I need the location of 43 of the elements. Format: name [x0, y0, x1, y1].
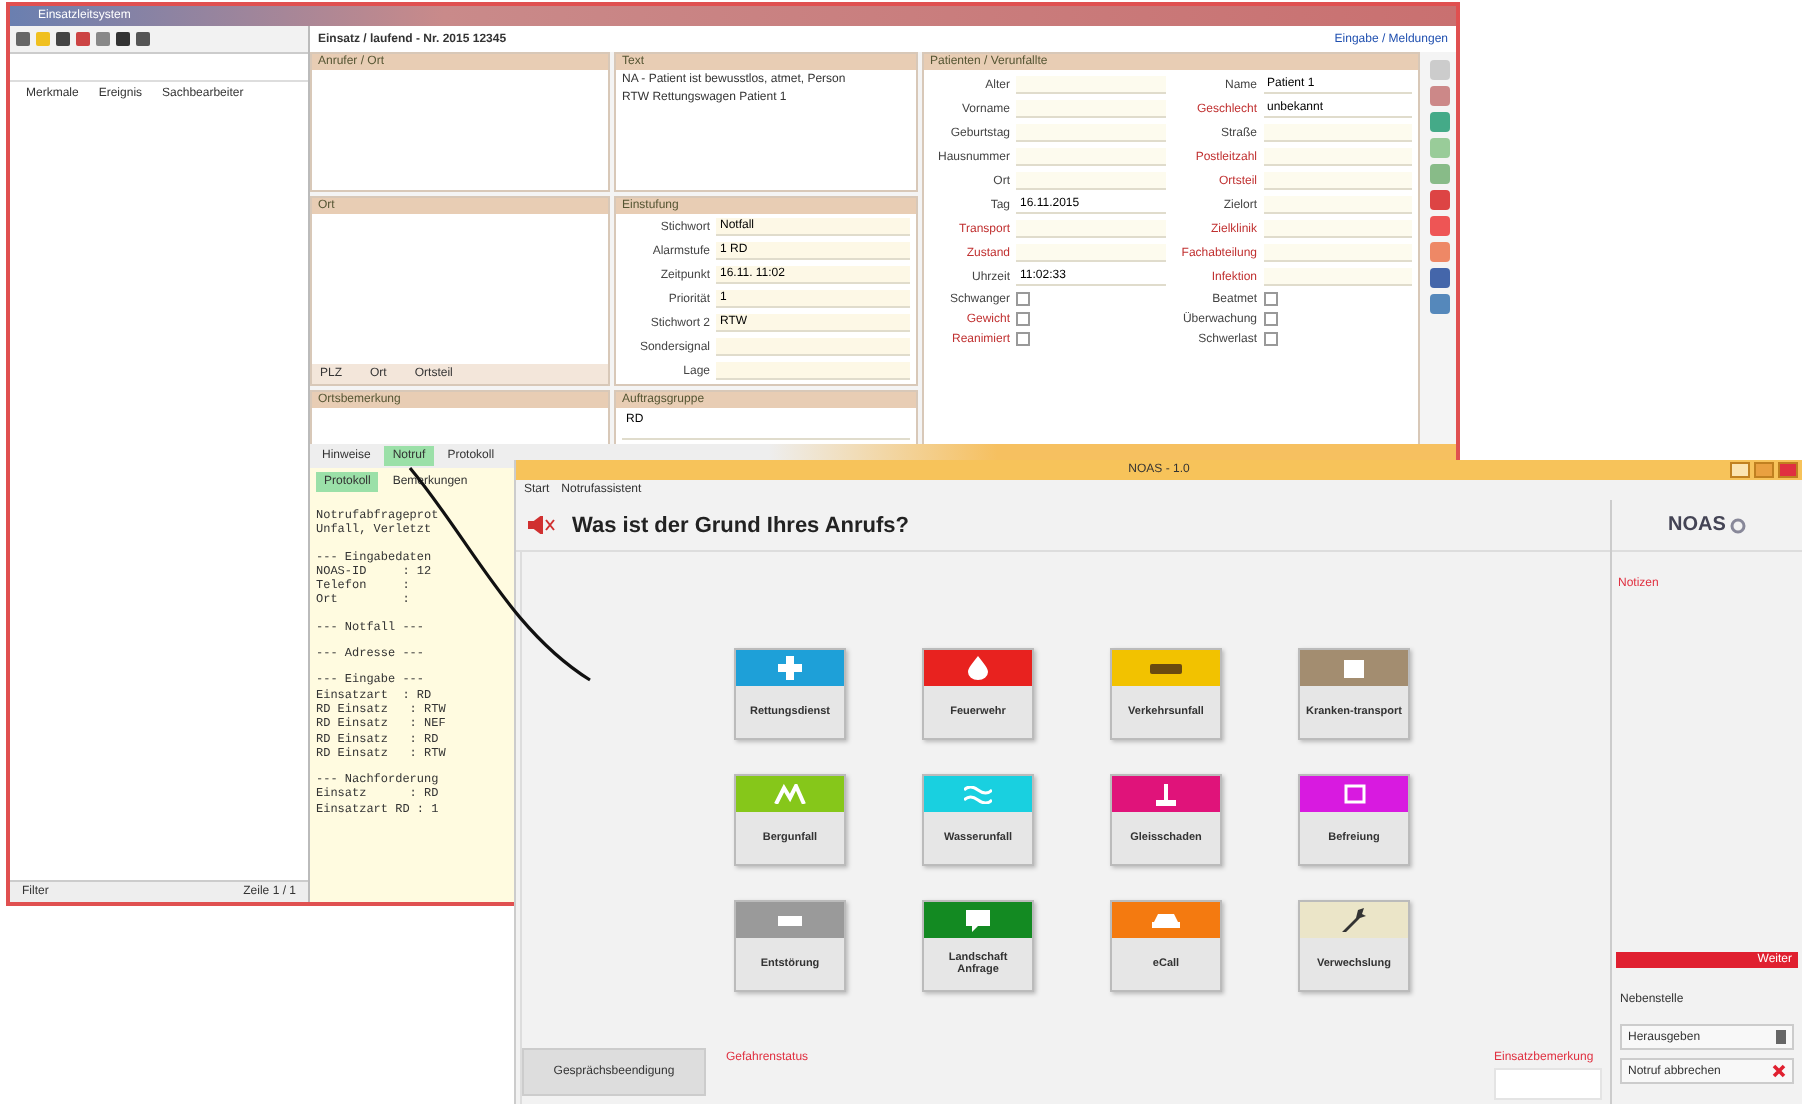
- bar-icon: [778, 915, 802, 925]
- mountain-icon: [774, 784, 806, 804]
- logo-icon: [1729, 517, 1746, 533]
- car-icon: [1152, 913, 1180, 927]
- input-field[interactable]: [1016, 244, 1165, 262]
- speaker-icon[interactable]: [528, 516, 556, 534]
- input-field[interactable]: [1016, 76, 1165, 94]
- checkbox[interactable]: [1016, 292, 1030, 306]
- input-field[interactable]: [1016, 172, 1165, 190]
- wrench-icon: [1342, 908, 1366, 932]
- input-field[interactable]: [1263, 220, 1412, 238]
- input-field[interactable]: [1016, 100, 1165, 118]
- input-field[interactable]: [1263, 124, 1412, 142]
- wave-icon: [964, 785, 992, 803]
- checkbox[interactable]: [1016, 312, 1030, 326]
- trash-icon: [1776, 1030, 1786, 1044]
- remark-field[interactable]: [1494, 1068, 1602, 1100]
- input-field[interactable]: [1263, 148, 1412, 166]
- speech-bubble-icon: [966, 909, 990, 931]
- input-field[interactable]: [1016, 148, 1165, 166]
- close-icon: [1772, 1064, 1786, 1078]
- checkbox[interactable]: [1263, 332, 1277, 346]
- minimize-button[interactable]: [1730, 462, 1750, 478]
- plus-icon: [778, 656, 802, 680]
- square-icon: [1344, 659, 1364, 677]
- input-field[interactable]: [1263, 196, 1412, 214]
- input-field[interactable]: [1016, 220, 1165, 238]
- input-field[interactable]: [716, 338, 910, 356]
- logo-text: NOAS: [1668, 514, 1726, 536]
- input-field[interactable]: [1263, 172, 1412, 190]
- t-shape-icon: [1156, 783, 1176, 805]
- input-field[interactable]: [1263, 244, 1412, 262]
- input-field[interactable]: [716, 362, 910, 380]
- maximize-button[interactable]: [1754, 462, 1774, 478]
- question-heading: Was ist der Grund Ihres Anrufs?: [572, 513, 909, 537]
- square-icon: [1343, 784, 1365, 804]
- bar-icon: [1150, 663, 1182, 673]
- checkbox[interactable]: [1263, 312, 1277, 326]
- input-field[interactable]: [1016, 124, 1165, 142]
- input-field[interactable]: [1263, 268, 1412, 286]
- checkbox[interactable]: [1016, 332, 1030, 346]
- close-button[interactable]: [1778, 462, 1798, 478]
- checkbox[interactable]: [1263, 292, 1277, 306]
